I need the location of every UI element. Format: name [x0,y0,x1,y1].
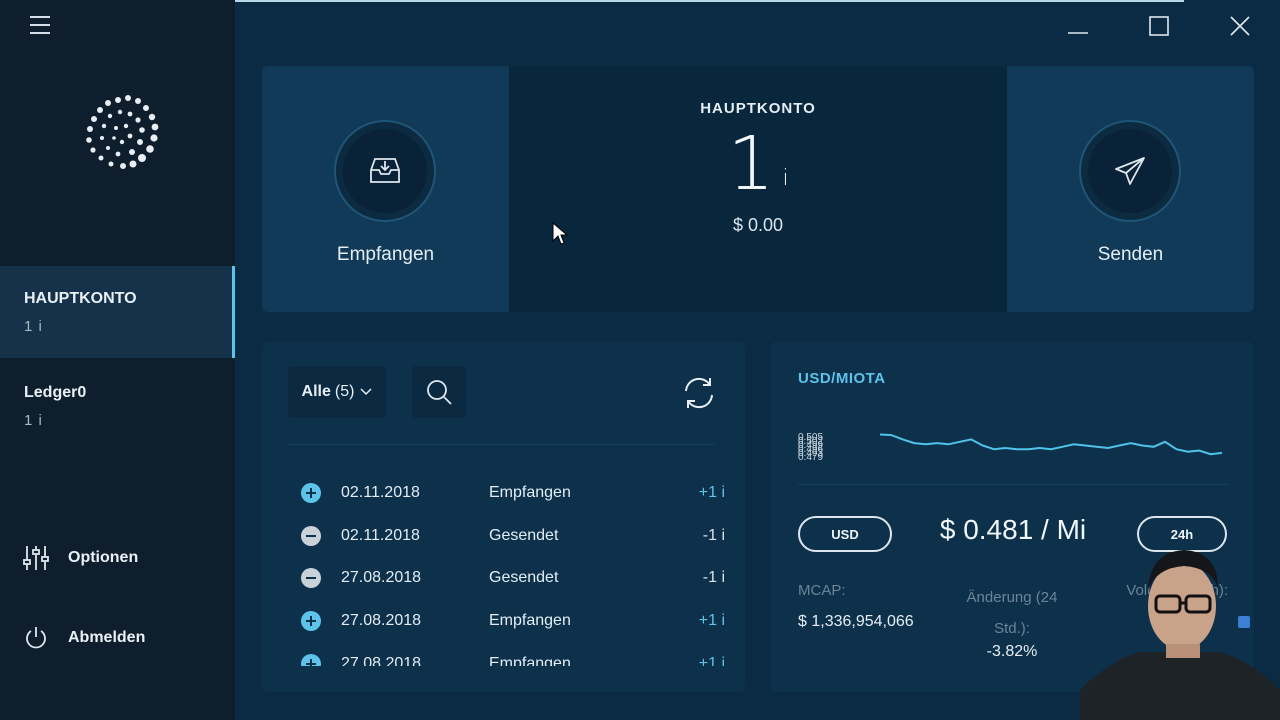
mcap-value: $ 1,336,954,066 [798,613,914,630]
refresh-icon[interactable] [680,374,718,412]
paper-plane-icon [1115,157,1145,185]
receive-circle [334,120,436,222]
transaction-row[interactable]: 27.08.2018 Gesendet -1 i [262,557,745,600]
mcap-label: MCAP: [798,582,846,599]
send-button[interactable]: Senden [1007,66,1254,312]
menu-icon[interactable] [30,16,50,34]
power-icon [26,627,46,649]
logout-button[interactable]: Abmelden [22,624,145,652]
mouse-cursor-icon [552,222,568,245]
options-label: Optionen [68,549,139,566]
change-value: -3.82% [986,643,1038,660]
transaction-date: 27.08.2018 [341,612,422,630]
sidebar: HAUPTKONTO 1 i Ledger0 1 i Optionen Abme… [0,0,235,720]
balance-amount: 1i [509,127,1007,201]
receive-label: Empfangen [336,244,435,265]
balance-panel: HAUPTKONTO 1i $ 0.00 [509,66,1007,312]
transaction-date: 02.11.2018 [341,526,420,544]
currency-toggle-button[interactable]: USD [798,516,892,552]
search-icon [427,380,452,405]
divider [798,484,1228,485]
y-tick-label: 0.479 [798,452,824,463]
chart-y-ticks: 0.505 0.502 0.499 0.496 0.493 0.479 [798,433,824,463]
send-circle [1079,120,1181,222]
sidebar-account-ledger0[interactable]: Ledger0 1 i [0,360,235,452]
transaction-value: +1 i [698,654,725,666]
balance-unit: i [782,165,789,191]
chevron-down-icon [360,388,372,396]
account-balance: 1 i [24,412,43,429]
account-balance: 1 i [24,318,43,335]
change-label: Änderung (24 Std.): [966,589,1058,637]
filter-label: Alle [301,383,331,400]
transaction-row[interactable]: 27.08.2018 Empfangen +1 i [262,642,745,666]
balance-value: 1 [727,121,775,207]
transaction-type: Empfangen [489,612,571,630]
price-series-line [880,433,1223,456]
transaction-date: 27.08.2018 [341,569,422,587]
account-title: HAUPTKONTO [700,100,816,117]
transaction-type: Empfangen [489,484,571,502]
transaction-date: 27.08.2018 [341,654,422,666]
plus-icon [301,483,321,504]
transaction-type: Gesendet [489,569,559,587]
plus-icon [301,611,321,632]
send-label: Senden [1097,244,1164,265]
inbox-icon [370,158,400,183]
transaction-row[interactable]: 02.11.2018 Empfangen +1 i [262,472,745,515]
plus-icon [301,653,321,666]
filter-dropdown[interactable]: Alle (5) [288,366,386,418]
account-name: Ledger0 [24,384,87,401]
iota-logo [86,95,159,169]
account-name: HAUPTKONTO [24,290,137,307]
transactions-panel: Alle (5) 02.11.2018 Empfangen +1 i 02.11… [262,342,745,692]
transaction-value: +1 i [698,612,725,630]
options-button[interactable]: Optionen [22,544,138,572]
transaction-type: Empfangen [489,654,571,666]
transaction-value: +1 i [698,484,725,502]
search-button[interactable] [412,366,466,418]
sidebar-account-hauptkonto[interactable]: HAUPTKONTO 1 i [0,266,235,358]
webcam-overlay [1080,550,1280,720]
price-chart [880,433,1223,456]
transaction-list: 02.11.2018 Empfangen +1 i 02.11.2018 Ges… [262,472,745,666]
transaction-row[interactable]: 02.11.2018 Gesendet -1 i [262,515,745,558]
receive-button[interactable]: Empfangen [262,66,509,312]
minus-icon [301,568,321,589]
transaction-type: Gesendet [489,526,559,544]
minimize-icon[interactable] [1066,14,1090,38]
filter-count: (5) [334,383,355,400]
sliders-icon [23,546,49,570]
divider [288,444,715,445]
top-progress-line [96,0,1184,2]
current-price: $ 0.481 / Mi [939,514,1087,545]
maximize-icon[interactable] [1147,14,1171,38]
transaction-row[interactable]: 27.08.2018 Empfangen +1 i [262,600,745,643]
balance-usd: $ 0.00 [732,215,784,235]
currency-pair: USD/MIOTA [798,370,886,387]
transaction-value: -1 i [702,569,725,587]
close-icon[interactable] [1228,14,1252,38]
minus-icon [301,525,321,546]
logout-label: Abmelden [68,629,146,646]
account-overview: Empfangen HAUPTKONTO 1i $ 0.00 Senden [262,66,1254,312]
transaction-date: 02.11.2018 [341,484,420,502]
transaction-value: -1 i [702,526,725,544]
